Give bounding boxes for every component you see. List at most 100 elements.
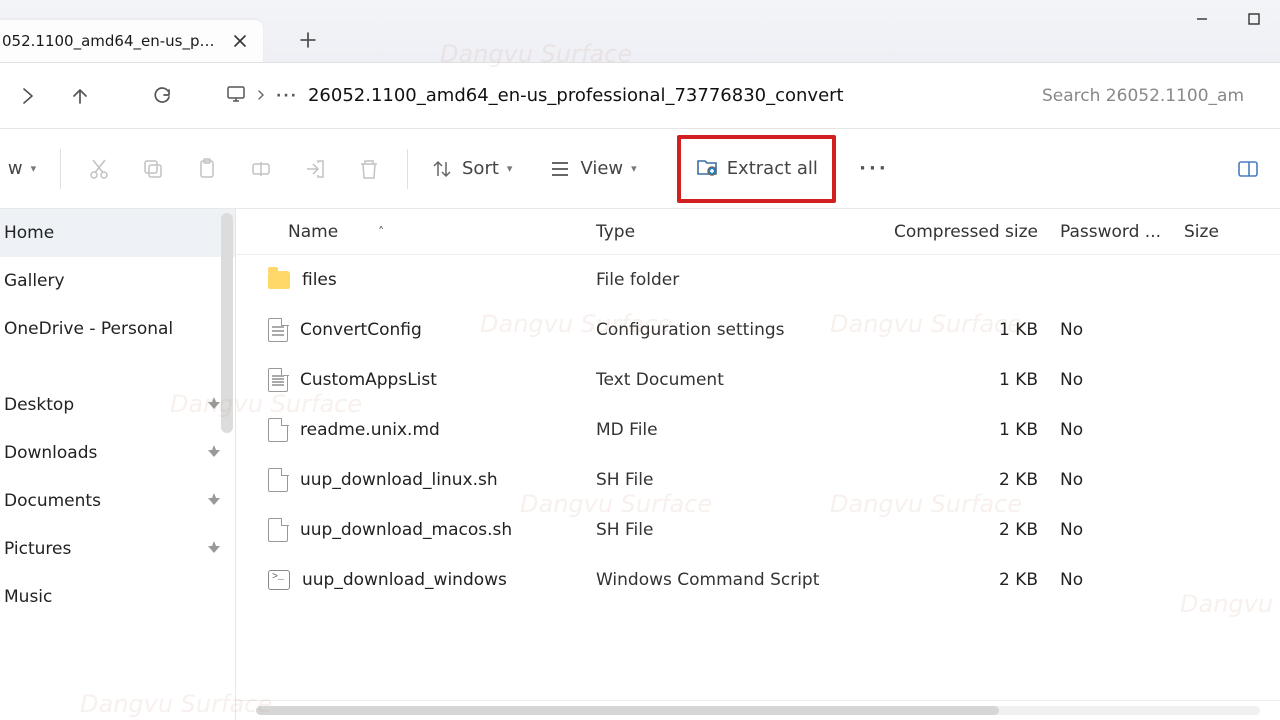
window-controls (1176, 0, 1280, 38)
paste-button[interactable] (181, 143, 233, 195)
new-label: w (8, 158, 23, 179)
file-pw: No (1060, 370, 1184, 390)
refresh-button[interactable] (140, 74, 184, 118)
chevron-down-icon: ▾ (507, 162, 513, 175)
breadcrumb-current: 26052.1100_amd64_en-us_professional_7377… (308, 85, 844, 106)
table-row[interactable]: uup_download_windows Windows Command Scr… (236, 555, 1280, 605)
tab-title: 052.1100_amd64_en-us_prof (2, 32, 217, 50)
extract-icon (695, 154, 719, 183)
table-row[interactable]: ConvertConfig Configuration settings 1 K… (236, 305, 1280, 355)
chevron-right-icon[interactable] (256, 88, 266, 104)
extract-label: Extract all (727, 158, 818, 179)
pc-icon (226, 84, 246, 108)
pin-icon (207, 443, 221, 463)
sidebar-item-label: Downloads (4, 443, 97, 463)
sidebar-item-label: Desktop (4, 395, 74, 415)
extract-all-button[interactable]: Extract all (677, 135, 836, 203)
chevron-down-icon: ▾ (31, 162, 37, 175)
share-button[interactable] (289, 143, 341, 195)
titlebar: 052.1100_amd64_en-us_prof (0, 0, 1280, 63)
file-name: uup_download_linux.sh (300, 470, 498, 490)
table-row[interactable]: files File folder (236, 255, 1280, 305)
file-csize: 2 KB (854, 570, 1060, 590)
file-pw: No (1060, 420, 1184, 440)
file-name: CustomAppsList (300, 370, 437, 390)
more-button[interactable]: ··· (848, 143, 900, 195)
file-csize: 1 KB (854, 320, 1060, 340)
cmd-file-icon (268, 570, 290, 590)
sidebar-scrollbar[interactable] (221, 213, 233, 433)
table-row[interactable]: uup_download_macos.sh SH File 2 KB No (236, 505, 1280, 555)
view-button[interactable]: View ▾ (538, 143, 646, 195)
minimize-button[interactable] (1176, 0, 1228, 38)
up-button[interactable] (58, 74, 102, 118)
breadcrumb[interactable]: ··· 26052.1100_amd64_en-us_professional_… (216, 74, 1022, 118)
config-file-icon (268, 318, 288, 342)
separator (60, 149, 61, 189)
sort-button[interactable]: Sort ▾ (420, 143, 522, 195)
copy-button[interactable] (127, 143, 179, 195)
sidebar-item-music[interactable]: Music (0, 573, 235, 621)
file-pw: No (1060, 570, 1184, 590)
file-icon (268, 468, 288, 492)
rename-button[interactable] (235, 143, 287, 195)
sidebar-item-label: Documents (4, 491, 101, 511)
separator (407, 149, 408, 189)
file-csize: 1 KB (854, 370, 1060, 390)
forward-button[interactable] (6, 74, 50, 118)
pin-icon (207, 491, 221, 511)
file-icon (268, 418, 288, 442)
sort-label: Sort (462, 158, 499, 179)
file-name: uup_download_windows (302, 570, 507, 590)
navigation-sidebar[interactable]: Home Gallery OneDrive - Personal Desktop… (0, 209, 236, 720)
column-headers: Name ˄ Type Compressed size Password ...… (236, 209, 1280, 255)
new-button[interactable]: w ▾ (0, 143, 48, 195)
search-placeholder: Search 26052.1100_am (1042, 86, 1244, 106)
header-size[interactable]: Size (1184, 222, 1280, 242)
details-pane-button[interactable] (1222, 143, 1274, 195)
file-name: files (302, 270, 337, 290)
header-compressed-size[interactable]: Compressed size (854, 222, 1060, 242)
sidebar-item-label: Home (4, 223, 54, 243)
command-toolbar: w ▾ Sort ▾ View ▾ Extract all ··· (0, 129, 1280, 209)
delete-button[interactable] (343, 143, 395, 195)
sidebar-item-gallery[interactable]: Gallery (0, 257, 235, 305)
file-name: ConvertConfig (300, 320, 422, 340)
sidebar-item-label: Gallery (4, 271, 65, 291)
file-type: SH File (596, 470, 854, 490)
file-type: Text Document (596, 370, 854, 390)
table-row[interactable]: uup_download_linux.sh SH File 2 KB No (236, 455, 1280, 505)
header-name[interactable]: Name ˄ (236, 222, 596, 242)
cut-button[interactable] (73, 143, 125, 195)
file-csize: 2 KB (854, 520, 1060, 540)
search-input[interactable]: Search 26052.1100_am (1030, 74, 1280, 118)
sidebar-item-home[interactable]: Home (0, 209, 235, 257)
file-type: MD File (596, 420, 854, 440)
horizontal-scrollbar[interactable] (236, 700, 1280, 720)
file-list-pane: Name ˄ Type Compressed size Password ...… (236, 209, 1280, 720)
sidebar-item-label: Music (4, 587, 52, 607)
sidebar-item-pictures[interactable]: Pictures (0, 525, 235, 573)
sidebar-item-downloads[interactable]: Downloads (0, 429, 235, 477)
overflow-ellipsis-icon[interactable]: ··· (276, 88, 298, 104)
sidebar-item-label: OneDrive - Personal (4, 319, 173, 339)
sidebar-item-documents[interactable]: Documents (0, 477, 235, 525)
table-row[interactable]: readme.unix.md MD File 1 KB No (236, 405, 1280, 455)
header-type[interactable]: Type (596, 222, 854, 242)
sidebar-item-label: Pictures (4, 539, 71, 559)
header-password[interactable]: Password ... (1060, 222, 1184, 242)
sidebar-item-desktop[interactable]: Desktop (0, 381, 235, 429)
maximize-button[interactable] (1228, 0, 1280, 38)
address-toolbar: ··· 26052.1100_amd64_en-us_professional_… (0, 63, 1280, 129)
file-pw: No (1060, 470, 1184, 490)
close-tab-icon[interactable] (231, 32, 249, 50)
file-icon (268, 518, 288, 542)
new-tab-button[interactable] (287, 19, 329, 61)
file-type: Configuration settings (596, 320, 854, 340)
pin-icon (207, 539, 221, 559)
tab-active[interactable]: 052.1100_amd64_en-us_prof (0, 20, 263, 62)
sidebar-item-onedrive[interactable]: OneDrive - Personal (0, 305, 235, 353)
scrollbar-thumb[interactable] (256, 706, 999, 715)
file-type: Windows Command Script (596, 570, 854, 590)
table-row[interactable]: CustomAppsList Text Document 1 KB No (236, 355, 1280, 405)
